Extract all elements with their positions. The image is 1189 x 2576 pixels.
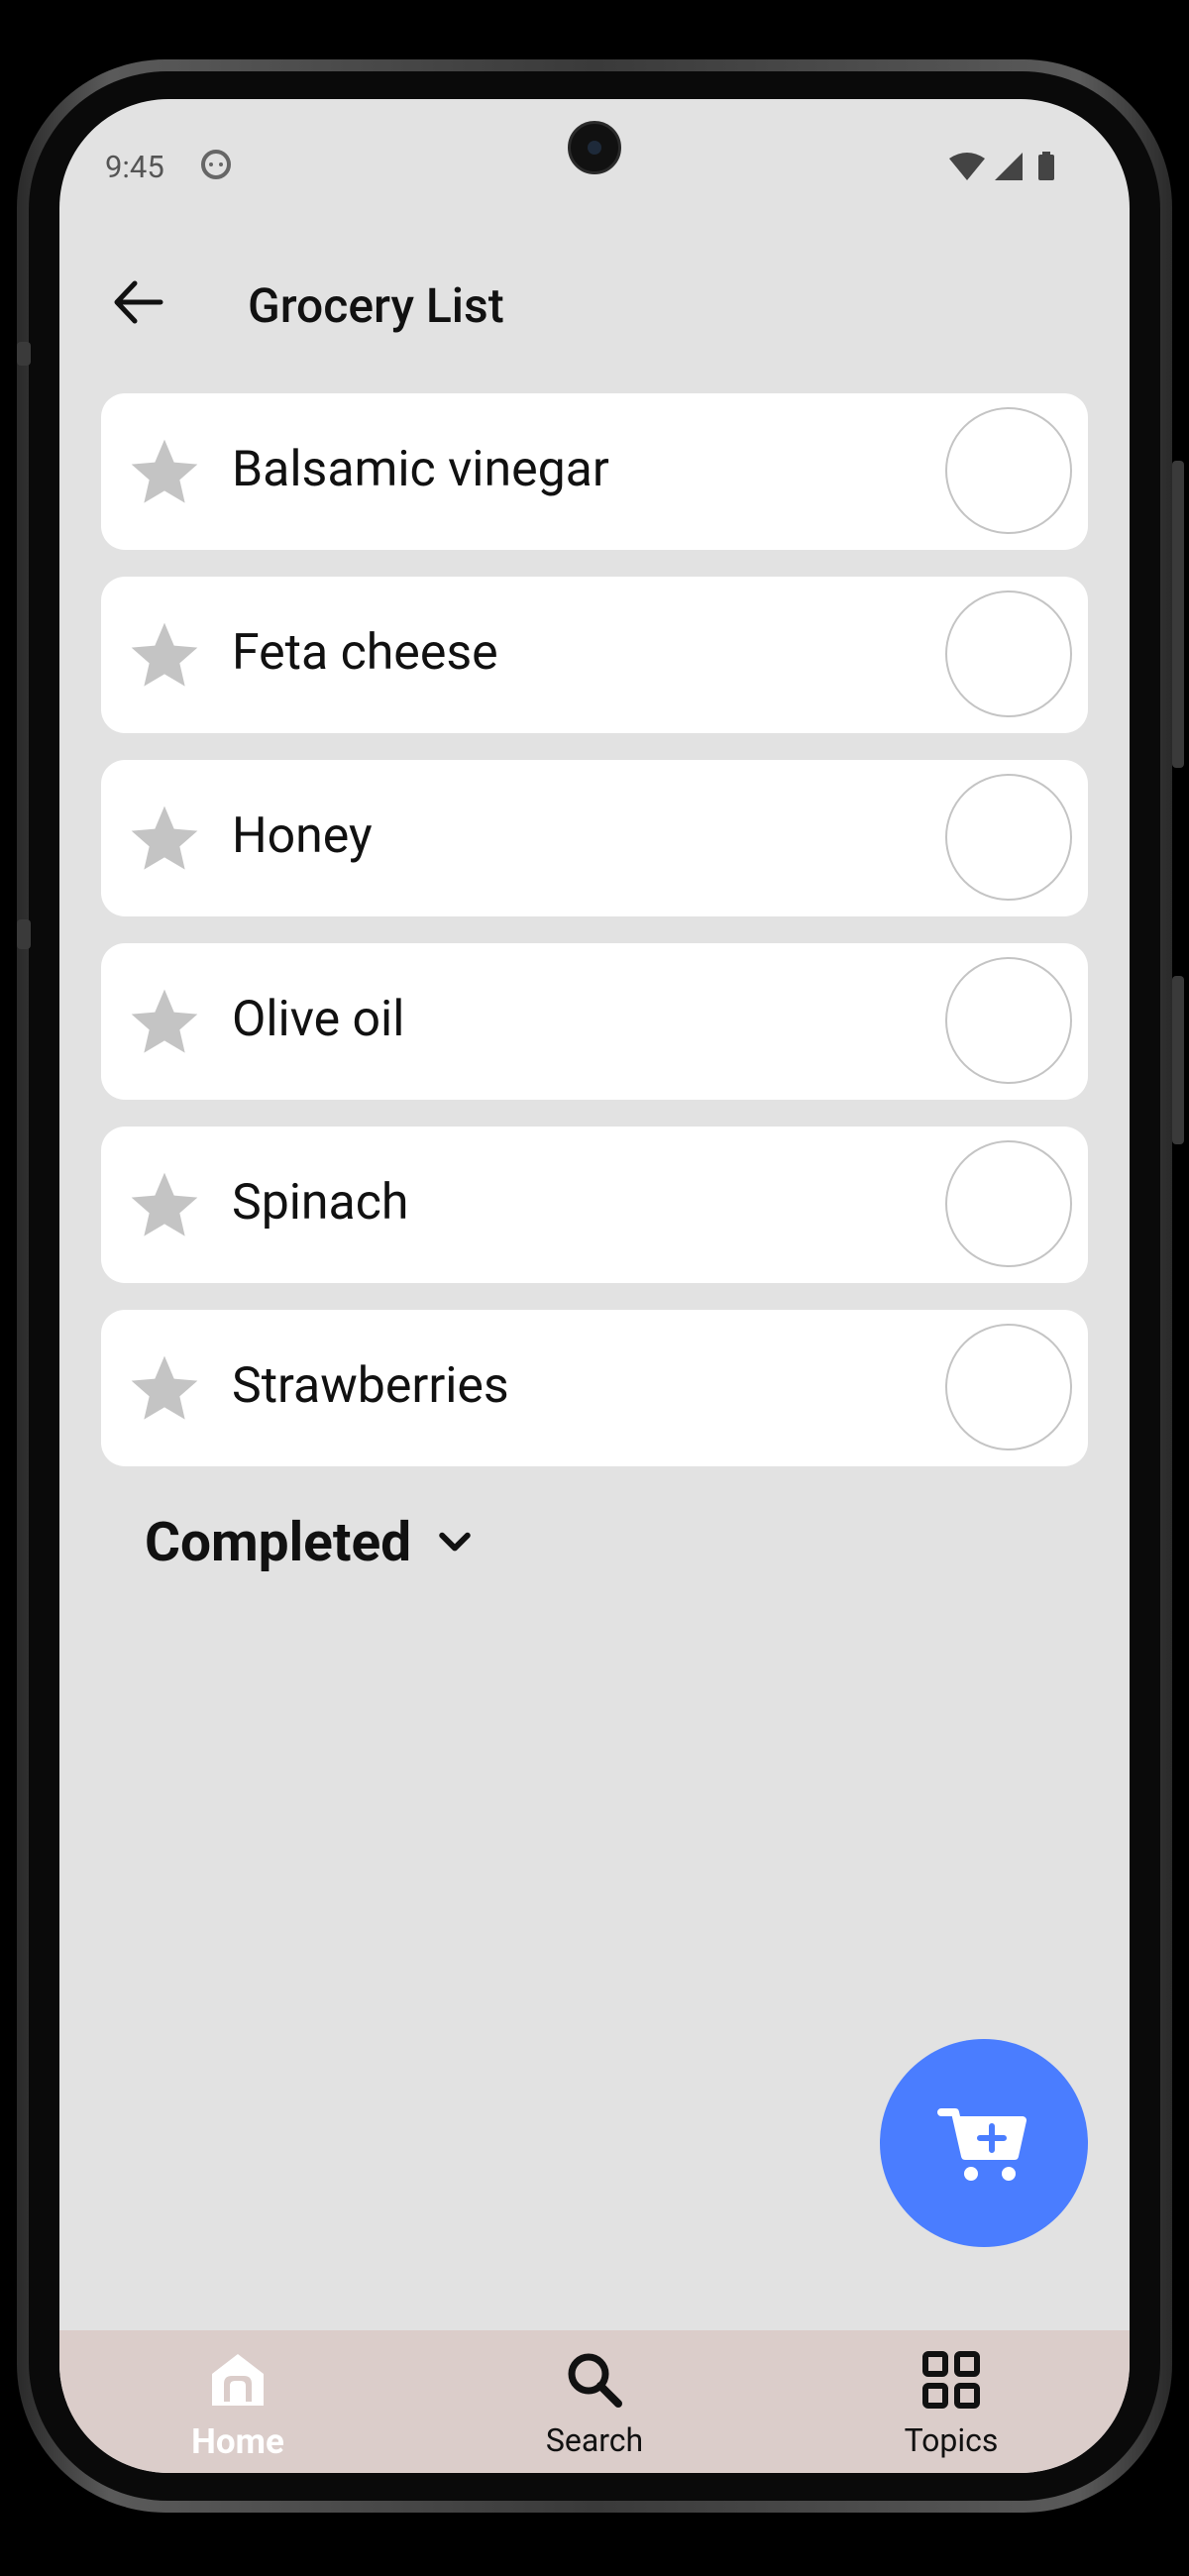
completed-label: Completed: [145, 1511, 412, 1574]
status-icons: [949, 152, 1054, 180]
nav-home[interactable]: Home: [59, 2330, 416, 2473]
item-label: Spinach: [232, 1174, 409, 1232]
complete-checkbox[interactable]: [945, 407, 1072, 534]
complete-checkbox[interactable]: [945, 957, 1072, 1084]
front-camera: [568, 121, 621, 174]
star-icon[interactable]: [125, 800, 204, 879]
app-screen: 9:45 Grocery List Balsamic vinegar Feta …: [59, 99, 1130, 2473]
grid-icon: [922, 2351, 980, 2409]
list-item[interactable]: Honey: [101, 760, 1088, 916]
power-button: [1172, 461, 1184, 768]
android-face-icon: [201, 150, 231, 179]
star-icon[interactable]: [125, 616, 204, 696]
side-button: [17, 919, 31, 949]
battery-icon: [1038, 155, 1054, 180]
star-icon[interactable]: [125, 983, 204, 1062]
volume-button: [1172, 976, 1184, 1144]
item-label: Strawberries: [232, 1357, 509, 1415]
wifi-icon: [949, 153, 985, 180]
nav-topics-label: Topics: [904, 2421, 999, 2459]
arrow-left-icon: [114, 280, 163, 324]
back-button[interactable]: [99, 268, 178, 337]
list-item[interactable]: Strawberries: [101, 1310, 1088, 1466]
complete-checkbox[interactable]: [945, 590, 1072, 717]
signal-icon: [995, 153, 1023, 180]
nav-search-label: Search: [545, 2421, 644, 2459]
star-icon[interactable]: [125, 1166, 204, 1245]
status-time: 9:45: [105, 149, 164, 185]
item-label: Olive oil: [232, 991, 405, 1048]
item-label: Honey: [232, 807, 373, 865]
nav-home-label: Home: [191, 2421, 284, 2462]
side-button: [17, 342, 31, 366]
complete-checkbox[interactable]: [945, 1324, 1072, 1450]
search-icon: [568, 2353, 622, 2408]
complete-checkbox[interactable]: [945, 774, 1072, 901]
nav-search[interactable]: Search: [416, 2330, 773, 2473]
list-item[interactable]: Olive oil: [101, 943, 1088, 1100]
star-icon[interactable]: [125, 1349, 204, 1429]
item-label: Feta cheese: [232, 624, 498, 682]
bottom-navigation: Home Search Topics: [59, 2330, 1130, 2473]
list-item[interactable]: Feta cheese: [101, 577, 1088, 733]
add-to-cart-button[interactable]: [880, 2039, 1088, 2247]
add-to-cart-icon: [937, 2108, 1027, 2181]
chevron-down-icon: [439, 1532, 471, 1552]
home-icon: [212, 2354, 264, 2406]
nav-topics[interactable]: Topics: [773, 2330, 1130, 2473]
complete-checkbox[interactable]: [945, 1140, 1072, 1267]
completed-section-toggle[interactable]: Completed: [145, 1508, 477, 1577]
list-item[interactable]: Balsamic vinegar: [101, 393, 1088, 550]
item-label: Balsamic vinegar: [232, 441, 609, 498]
star-icon[interactable]: [125, 433, 204, 512]
list-item[interactable]: Spinach: [101, 1127, 1088, 1283]
page-title: Grocery List: [248, 277, 504, 334]
